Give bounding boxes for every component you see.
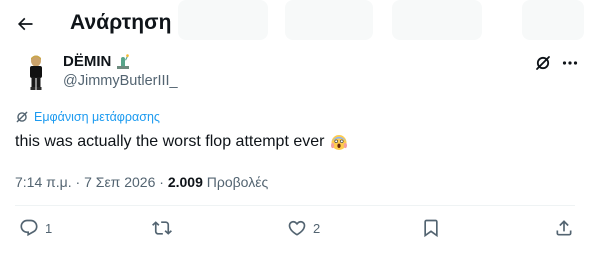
avatar[interactable] bbox=[18, 53, 54, 93]
post-meta: 7:14 π.μ. · 7 Σεπ 2026 · 2.009 Προβολές bbox=[15, 174, 268, 190]
statue-of-liberty-emoji bbox=[117, 53, 130, 69]
meta-separator: · bbox=[159, 174, 164, 190]
author-handle[interactable]: @JimmyButlerIII_ bbox=[63, 73, 178, 89]
repost-icon bbox=[152, 221, 172, 235]
top-bar: Ανάρτηση bbox=[0, 0, 590, 48]
post-time[interactable]: 7:14 π.μ. bbox=[15, 174, 72, 190]
action-bar: 1 2 bbox=[0, 214, 590, 248]
post-text: this was actually the worst flop attempt… bbox=[15, 133, 348, 151]
author-name-row[interactable]: DËMIN bbox=[63, 53, 131, 70]
reply-count: 1 bbox=[45, 220, 53, 236]
post-text-body: this was actually the worst flop attempt… bbox=[15, 133, 325, 150]
views-count: 2.009 bbox=[167, 174, 203, 190]
grok-icon bbox=[16, 111, 28, 123]
bookmark-button[interactable] bbox=[421, 218, 441, 238]
reply-icon bbox=[20, 219, 38, 237]
show-translation-label: Εμφάνιση μετάφρασης bbox=[34, 110, 160, 124]
share-button[interactable] bbox=[554, 218, 574, 238]
like-count: 2 bbox=[313, 220, 321, 236]
background-tab-3 bbox=[392, 0, 482, 40]
background-tab-4 bbox=[522, 0, 584, 40]
heart-icon bbox=[288, 220, 306, 236]
grok-icon bbox=[536, 56, 550, 70]
share-icon bbox=[556, 220, 572, 236]
like-button[interactable]: 2 bbox=[287, 218, 320, 238]
repost-button[interactable] bbox=[152, 218, 178, 238]
views-label: Προβολές bbox=[206, 174, 269, 190]
background-tab-1 bbox=[178, 0, 268, 40]
post-date[interactable]: 7 Σεπ 2026 bbox=[84, 174, 155, 190]
show-translation-link[interactable]: Εμφάνιση μετάφρασης bbox=[15, 110, 160, 124]
background-tab-2 bbox=[285, 0, 373, 40]
reply-button[interactable]: 1 bbox=[19, 218, 52, 238]
more-horizontal-icon bbox=[562, 61, 578, 65]
grok-button[interactable] bbox=[532, 52, 554, 74]
face-screaming-in-fear-emoji bbox=[331, 135, 348, 150]
bookmark-icon bbox=[424, 219, 438, 238]
arrow-left-icon bbox=[17, 17, 33, 31]
back-button[interactable] bbox=[8, 7, 42, 41]
meta-separator: · bbox=[75, 174, 81, 190]
more-options-button[interactable] bbox=[559, 52, 581, 74]
author-display-name: DËMIN bbox=[63, 53, 112, 70]
divider-top bbox=[15, 205, 575, 206]
page-title: Ανάρτηση bbox=[70, 11, 172, 34]
